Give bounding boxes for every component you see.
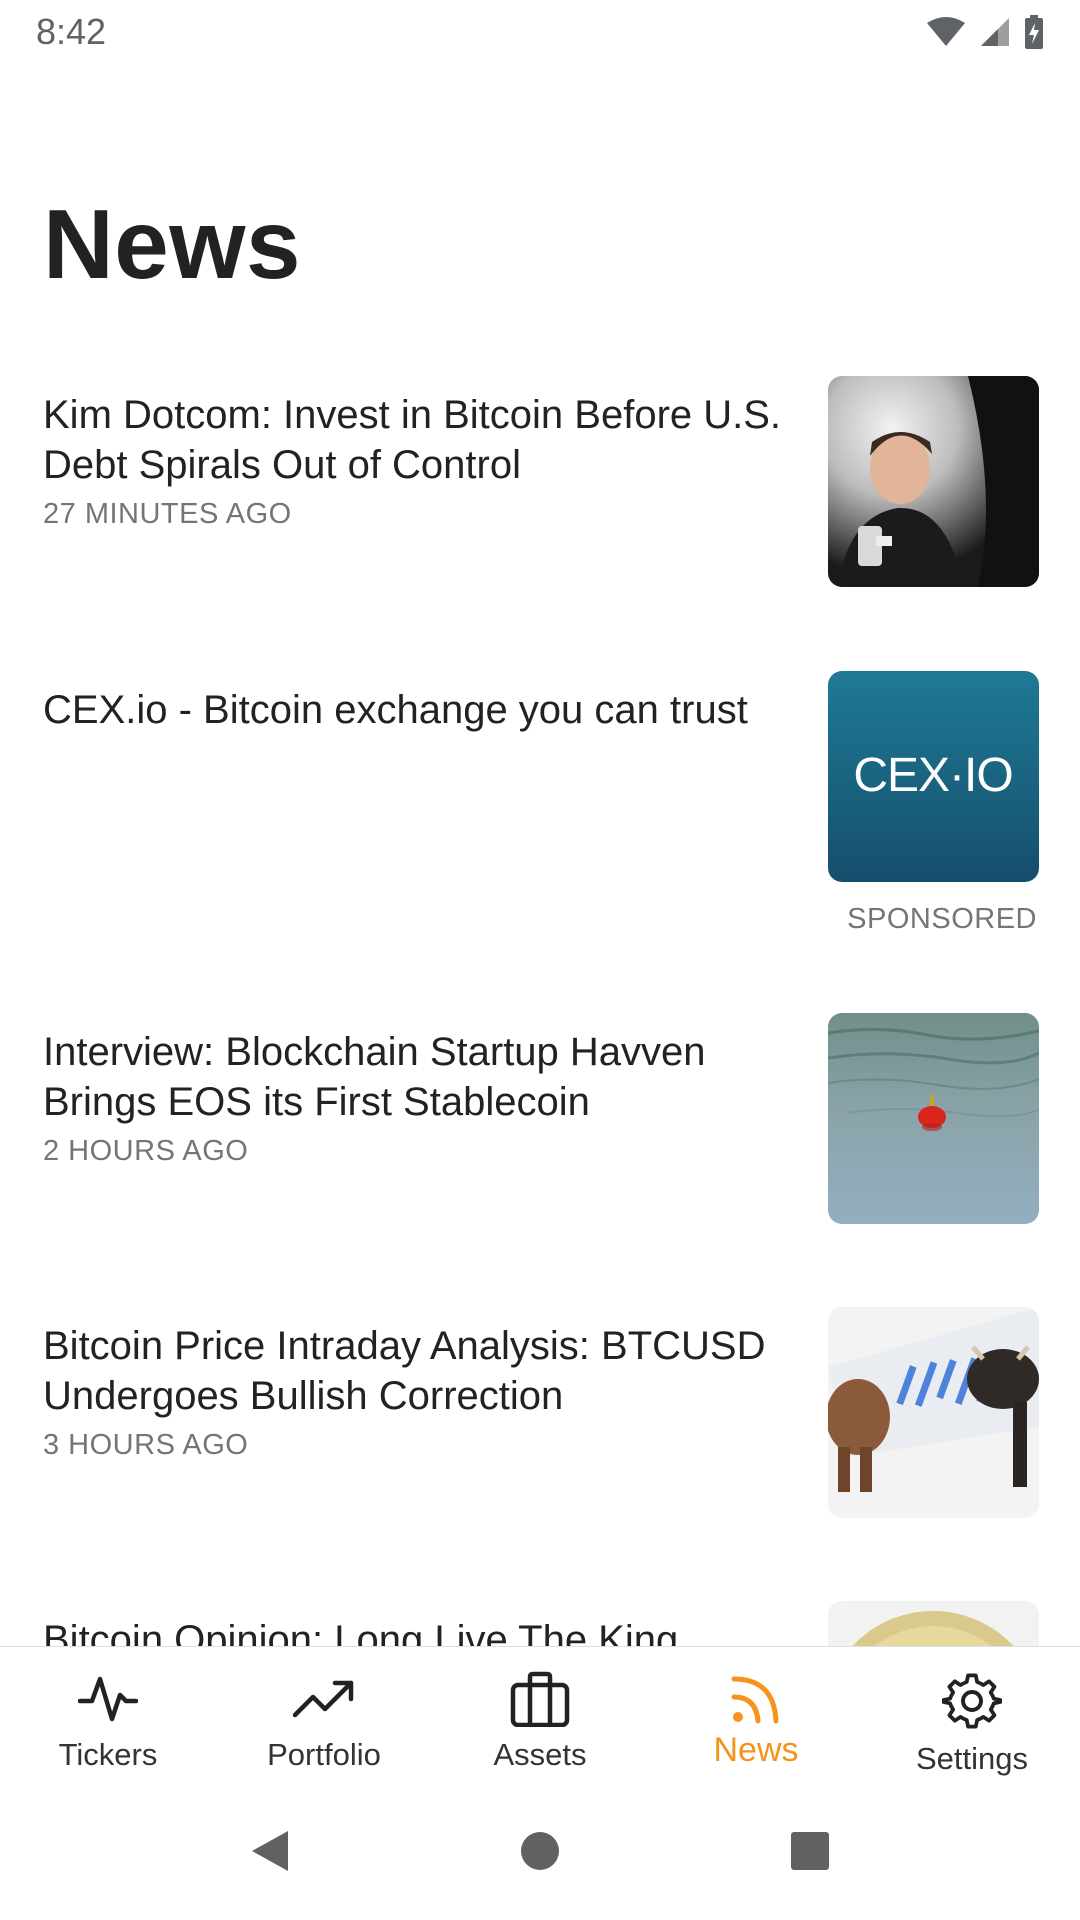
news-item[interactable]: Bitcoin Price Intraday Analysis: BTCUSD … — [0, 1299, 1080, 1559]
news-thumbnail[interactable] — [828, 1601, 1039, 1646]
tab-tickers[interactable]: Tickers — [0, 1647, 216, 1786]
news-item-text: Bitcoin Price Intraday Analysis: BTCUSD … — [43, 1299, 803, 1462]
news-item[interactable]: Interview: Blockchain Startup Havven Bri… — [0, 1005, 1080, 1265]
status-icons — [926, 15, 1044, 49]
battery-charging-icon — [1024, 15, 1044, 49]
cell-signal-icon — [980, 17, 1010, 47]
news-headline[interactable]: CEX.io - Bitcoin exchange you can trust — [43, 663, 803, 735]
news-thumbnail[interactable]: CEX·IO — [828, 671, 1039, 882]
news-headline[interactable]: Interview: Blockchain Startup Havven Bri… — [43, 1005, 803, 1127]
tab-settings[interactable]: Settings — [864, 1647, 1080, 1786]
recents-icon[interactable] — [790, 1831, 830, 1876]
coin-photo — [828, 1601, 1039, 1646]
tab-label: Tickers — [58, 1737, 158, 1772]
back-icon[interactable] — [250, 1829, 290, 1878]
pulse-icon — [78, 1671, 138, 1727]
man-portrait-photo — [828, 376, 1039, 587]
page-title: News — [43, 189, 302, 299]
bull-and-bear-photo — [828, 1307, 1039, 1518]
news-item-sponsored[interactable]: CEX.io - Bitcoin exchange you can trust … — [0, 663, 1080, 935]
news-feed[interactable]: Kim Dotcom: Invest in Bitcoin Before U.S… — [0, 360, 1080, 1646]
news-headline[interactable]: Bitcoin Price Intraday Analysis: BTCUSD … — [43, 1299, 803, 1421]
rss-icon — [728, 1671, 784, 1727]
status-bar: 8:42 — [0, 0, 1080, 64]
tab-label: Assets — [493, 1737, 587, 1772]
news-thumbnail[interactable] — [828, 1307, 1039, 1518]
bottom-nav: Tickers Portfolio Assets News Settings — [0, 1646, 1080, 1786]
news-headline[interactable]: Kim Dotcom: Invest in Bitcoin Before U.S… — [43, 368, 803, 490]
news-item-text: Interview: Blockchain Startup Havven Bri… — [43, 1005, 803, 1168]
news-item-text: CEX.io - Bitcoin exchange you can trust — [43, 663, 803, 735]
system-nav-bar — [0, 1786, 1080, 1920]
news-screen: 8:42 News Kim Dotcom: Invest in Bitcoin … — [0, 0, 1080, 1920]
news-thumbnail[interactable] — [828, 376, 1039, 587]
news-item[interactable]: Kim Dotcom: Invest in Bitcoin Before U.S… — [0, 368, 1080, 628]
tab-label: Settings — [915, 1741, 1028, 1776]
news-timestamp: 3 HOURS AGO — [43, 1429, 249, 1461]
cex-logo-text: CEX·IO — [853, 749, 1012, 802]
cex-io-logo: CEX·IO — [828, 671, 1039, 882]
news-item[interactable]: Bitcoin Opinion: Long Live The King — [0, 1593, 1080, 1646]
news-headline[interactable]: Bitcoin Opinion: Long Live The King — [43, 1593, 803, 1646]
tab-assets[interactable]: Assets — [432, 1647, 648, 1786]
fishing-bobber-water-photo — [828, 1013, 1039, 1224]
news-timestamp: 27 MINUTES AGO — [43, 498, 292, 530]
tab-label: Portfolio — [267, 1737, 381, 1772]
news-thumbnail[interactable] — [828, 1013, 1039, 1224]
tab-portfolio[interactable]: Portfolio — [216, 1647, 432, 1786]
news-timestamp: 2 HOURS AGO — [43, 1135, 249, 1167]
tab-news[interactable]: News — [648, 1647, 864, 1786]
briefcase-icon — [509, 1671, 571, 1727]
news-item-text: Bitcoin Opinion: Long Live The King — [43, 1593, 803, 1646]
tab-label: News — [713, 1731, 799, 1769]
sponsored-label: SPONSORED — [847, 903, 1037, 935]
news-item-text: Kim Dotcom: Invest in Bitcoin Before U.S… — [43, 368, 803, 531]
gear-icon — [942, 1671, 1002, 1731]
home-icon[interactable] — [520, 1831, 560, 1876]
wifi-icon — [926, 17, 966, 47]
status-time: 8:42 — [36, 11, 107, 52]
trending-up-icon — [291, 1671, 357, 1727]
